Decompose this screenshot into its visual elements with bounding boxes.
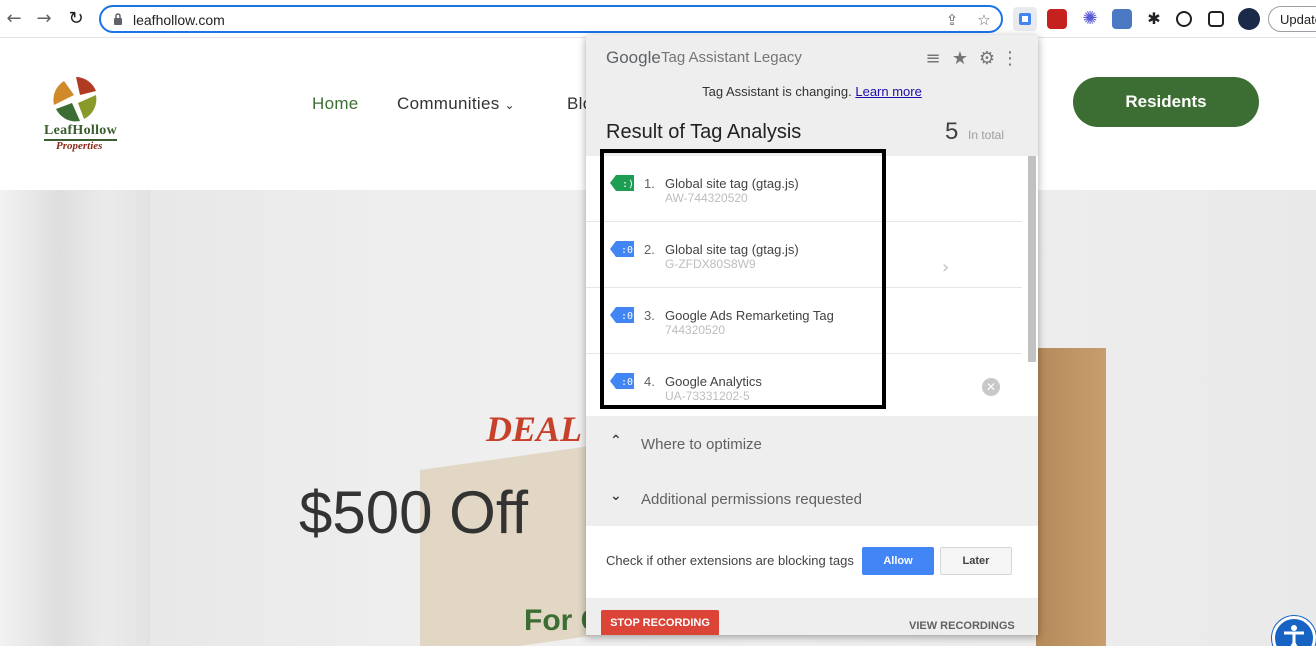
sidebar-icon[interactable] — [1208, 11, 1224, 27]
total-count: 5 — [945, 118, 959, 145]
more-vert-icon[interactable]: ⋮ — [1000, 49, 1020, 69]
chevron-down-icon: ⌄ — [504, 98, 515, 112]
residents-button[interactable]: Residents — [1073, 77, 1259, 127]
filter-icon[interactable]: ≡ — [923, 49, 943, 69]
share-icon[interactable]: ⇪ — [943, 11, 961, 29]
expandable-sections: ⌃ Where to optimize ⌄ Additional permiss… — [586, 416, 1038, 526]
forward-icon[interactable]: → — [33, 8, 55, 30]
address-bar[interactable]: leafhollow.com ⇪ ☆ — [99, 5, 1003, 33]
allow-button[interactable]: Allow — [862, 547, 934, 575]
tag-assistant-popup: Google Tag Assistant Legacy ≡ ★ ⚙ ⋮ Tag … — [586, 35, 1038, 635]
extension-icon[interactable] — [1047, 9, 1067, 29]
learn-more-link[interactable]: Learn more — [855, 84, 921, 99]
permission-text: Check if other extensions are blocking t… — [606, 553, 854, 568]
extension-icon[interactable] — [1112, 9, 1132, 29]
accessibility-icon[interactable] — [1272, 616, 1316, 646]
chevron-up-icon: ⌃ — [610, 433, 622, 449]
result-title: Result of Tag Analysis — [606, 121, 802, 143]
curtain-image — [0, 190, 150, 646]
google-logo: Google — [606, 48, 661, 67]
gear-icon[interactable]: ⚙ — [977, 49, 997, 69]
extension-icon[interactable]: ✺ — [1080, 9, 1100, 29]
total-label: In total — [968, 128, 1005, 142]
notice-text: Tag Assistant is changing. — [702, 84, 852, 99]
star-icon[interactable]: ★ — [950, 49, 970, 69]
permissions-section[interactable]: ⌄ Additional permissions requested — [586, 471, 1038, 526]
where-to-optimize-section[interactable]: ⌃ Where to optimize — [586, 416, 1038, 471]
popup-header: Google Tag Assistant Legacy ≡ ★ ⚙ ⋮ Tag … — [586, 35, 1038, 156]
permission-prompt: Check if other extensions are blocking t… — [586, 526, 1038, 598]
reload-icon[interactable]: ↻ — [65, 8, 87, 30]
lock-icon — [114, 13, 122, 25]
notice-banner: Tag Assistant is changing. Learn more — [586, 84, 1038, 99]
browser-toolbar: ← → ↻ leafhollow.com ⇪ ☆ ✺ ✱ Update — [0, 0, 1316, 38]
chevron-right-icon[interactable]: › — [942, 257, 949, 278]
hero-deal-text: DEAL — [486, 409, 583, 449]
nav-communities[interactable]: Communities ⌄ — [397, 94, 515, 114]
nav-home[interactable]: Home — [312, 94, 359, 114]
profile-avatar[interactable] — [1238, 8, 1260, 30]
update-button[interactable]: Update — [1268, 6, 1316, 32]
section-label: Additional permissions requested — [641, 491, 862, 508]
scrollbar[interactable] — [1028, 156, 1036, 362]
close-icon[interactable]: ✕ — [982, 378, 1000, 396]
logo-text: LeafHollow — [44, 123, 117, 141]
tag-assistant-extension-icon[interactable] — [1013, 7, 1037, 31]
star-icon[interactable]: ☆ — [975, 11, 993, 29]
logo-icon[interactable] — [50, 73, 102, 125]
stop-recording-button[interactable]: STOP RECORDING — [601, 610, 719, 635]
extension-icon[interactable] — [1176, 11, 1192, 27]
chevron-down-icon: ⌄ — [610, 488, 622, 504]
section-label: Where to optimize — [641, 436, 762, 453]
box-image — [1036, 348, 1106, 646]
url-text[interactable]: leafhollow.com — [133, 12, 225, 28]
product-title: Tag Assistant Legacy — [661, 49, 802, 66]
puzzle-icon[interactable]: ✱ — [1144, 9, 1164, 29]
highlight-box — [600, 149, 886, 409]
later-button[interactable]: Later — [940, 547, 1012, 575]
nav-communities-label: Communities — [397, 94, 500, 113]
logo-subtext: Properties — [56, 140, 103, 152]
popup-footer: STOP RECORDING VIEW RECORDINGS — [586, 598, 1038, 635]
back-icon[interactable]: ← — [3, 8, 25, 30]
view-recordings-link[interactable]: VIEW RECORDINGS — [909, 620, 1015, 632]
hero-price: $500 Off — [299, 479, 529, 546]
